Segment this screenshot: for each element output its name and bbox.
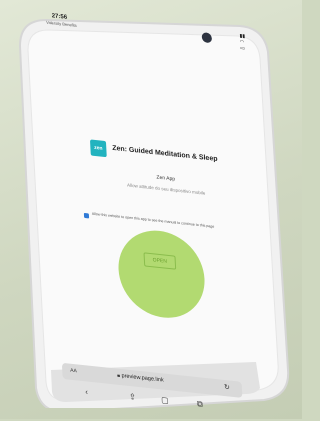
reload-icon[interactable]: ↻	[224, 383, 230, 392]
app-title: Zen: Guided Meditation & Sleep	[112, 144, 218, 164]
app-description: Allow attitude do seu dispositivo mobile	[126, 182, 206, 196]
app-icon-label: zen	[94, 144, 103, 152]
status-carrier: Valersity Benefits	[45, 19, 77, 28]
consent-checkbox[interactable]	[83, 212, 90, 219]
app-icon: zen	[89, 139, 107, 158]
screen: 27:56 Valersity Benefits ▮▮ ◠ ▭ zen Zen:…	[13, 3, 288, 410]
front-camera-icon	[201, 32, 213, 44]
tabs-icon[interactable]: ⧉	[197, 399, 203, 410]
url-value: preview.page.link	[121, 373, 164, 384]
app-subtitle: Zen App	[156, 174, 176, 183]
consent-text: Allow this website to open this app to s…	[91, 211, 215, 229]
app-header: zen Zen: Guided Meditation & Sleep	[89, 139, 261, 177]
share-icon[interactable]: ⇪	[129, 392, 136, 402]
url-text: 🔒︎ preview.page.link	[117, 373, 164, 385]
reader-aa-button[interactable]: AA	[70, 368, 77, 375]
phone-mockup: 27:56 Valersity Benefits ▮▮ ◠ ▭ zen Zen:…	[6, 10, 292, 409]
signal-wifi-battery-icon: ▮▮ ◠ ▭	[239, 33, 246, 52]
bookmarks-icon[interactable]: ▢	[161, 395, 169, 405]
back-icon[interactable]: ‹	[85, 387, 88, 396]
